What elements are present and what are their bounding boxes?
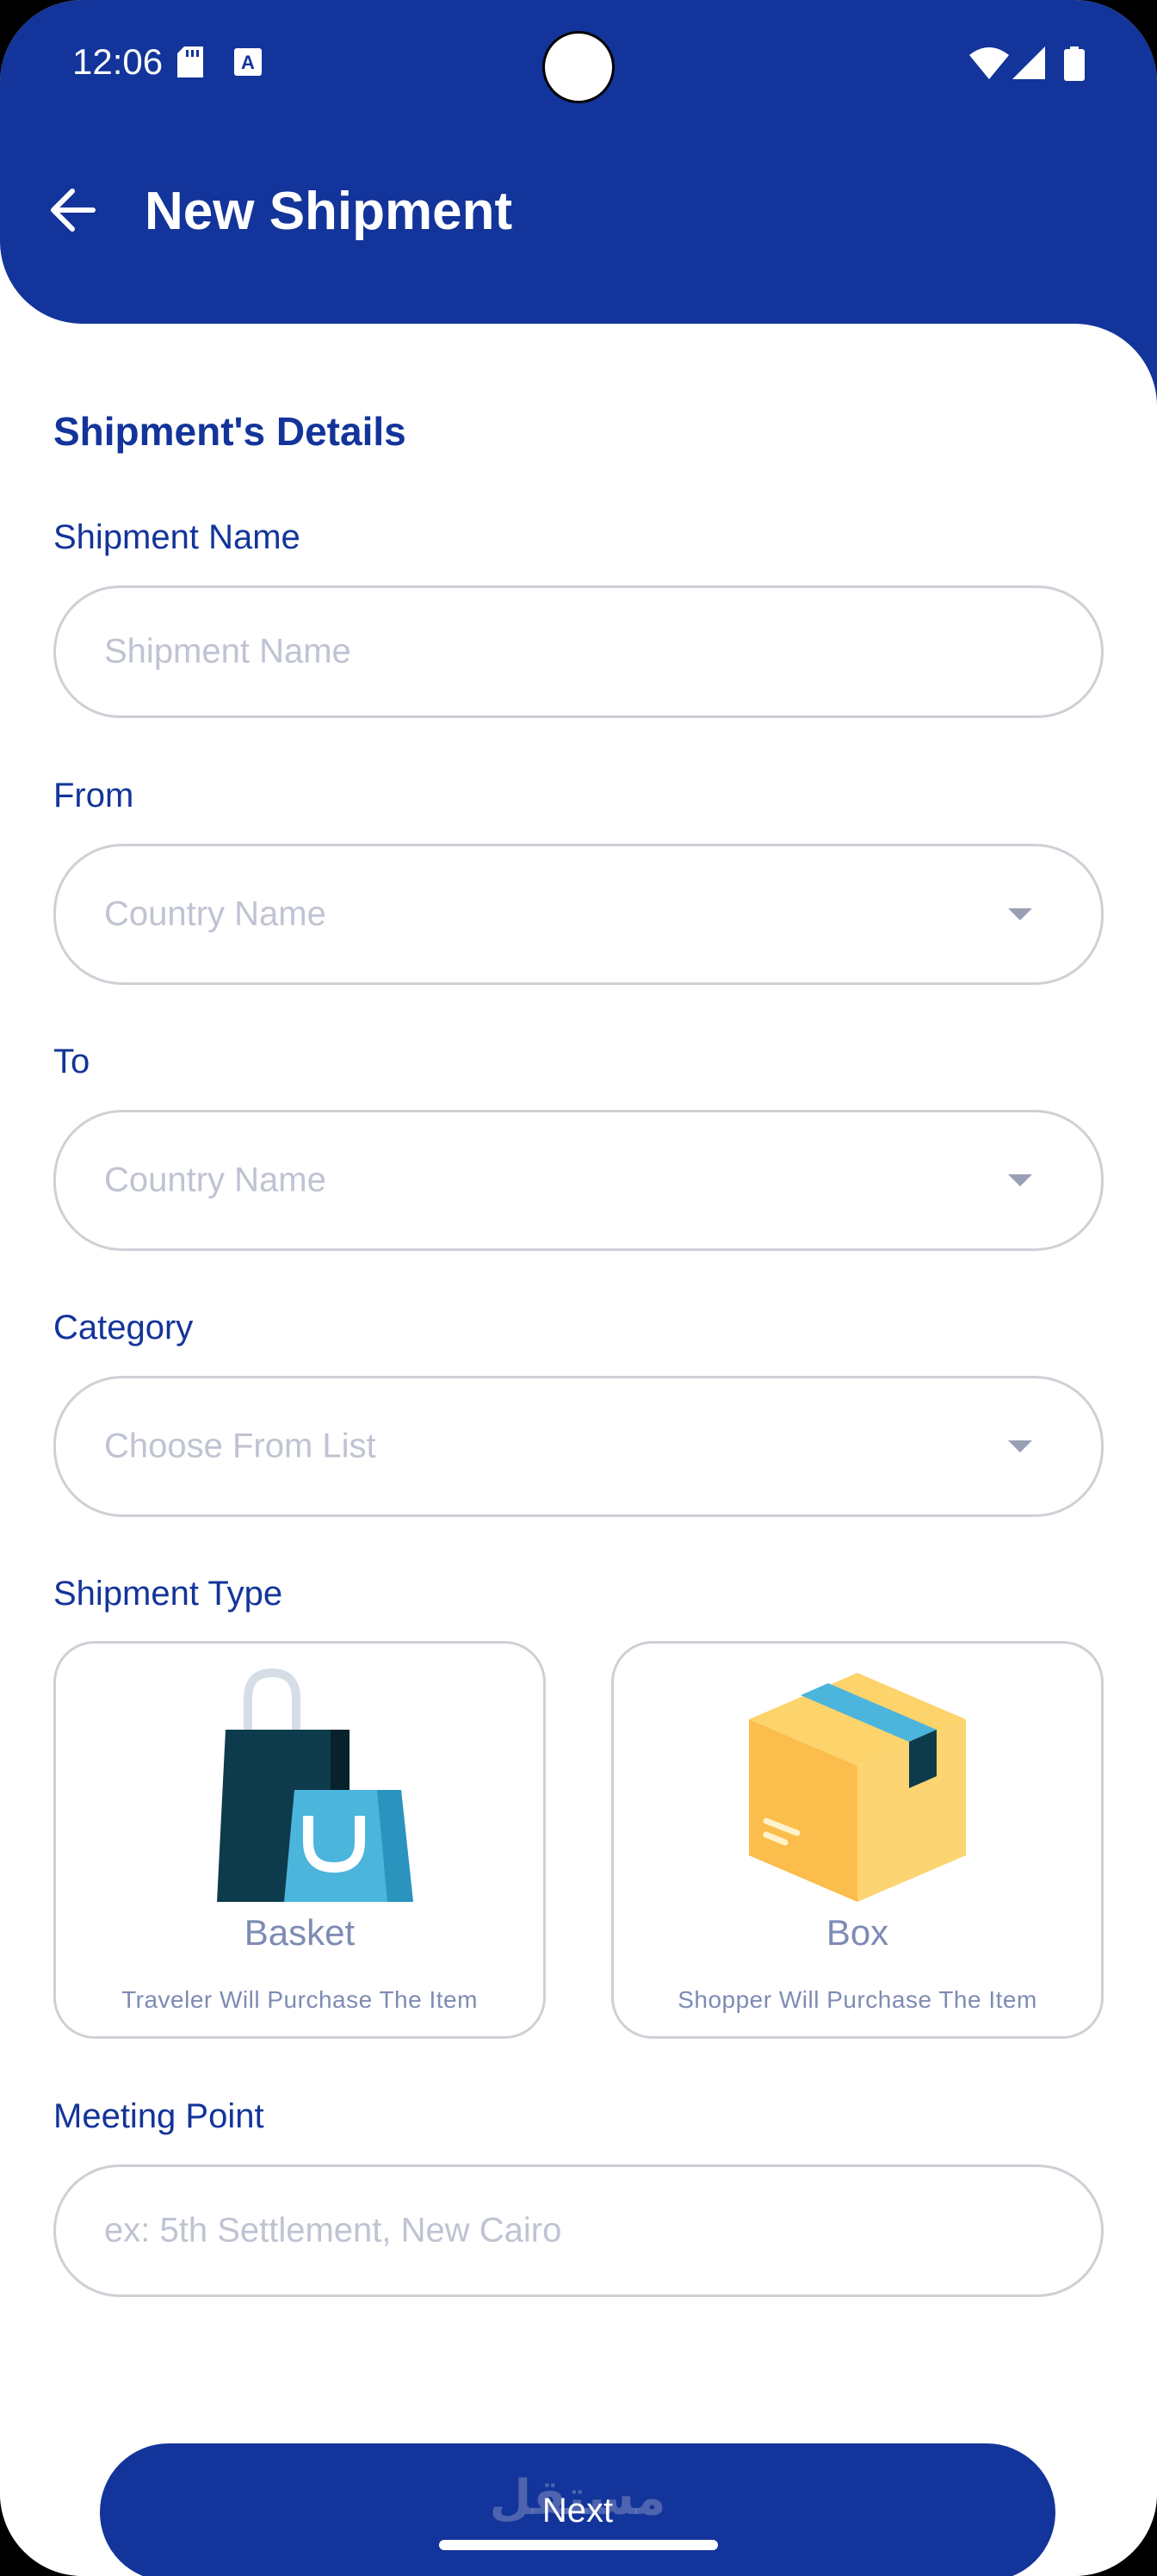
shipment-name-placeholder: Shipment Name: [104, 632, 351, 671]
from-label: From: [53, 777, 134, 814]
to-country-select[interactable]: Country Name: [53, 1110, 1104, 1251]
from-country-placeholder: Country Name: [104, 895, 326, 933]
meeting-point-placeholder: ex: 5th Settlement, New Cairo: [104, 2211, 562, 2250]
chevron-down-icon: [1008, 908, 1032, 920]
category-select[interactable]: Choose From List: [53, 1376, 1104, 1517]
wifi-icon: [969, 46, 1009, 84]
meeting-point-label: Meeting Point: [53, 2097, 264, 2135]
shipment-name-label: Shipment Name: [53, 518, 300, 556]
battery-icon: [1064, 46, 1085, 85]
basket-title: Basket: [244, 1912, 356, 1953]
shipment-type-box-card[interactable]: Box Shopper Will Purchase The Item: [611, 1641, 1104, 2039]
to-label: To: [53, 1043, 90, 1081]
shipment-type-basket-card[interactable]: Basket Traveler Will Purchase The Item: [53, 1641, 546, 2039]
category-placeholder: Choose From List: [104, 1427, 376, 1465]
home-indicator[interactable]: [439, 2540, 718, 2550]
svg-text:A: A: [241, 52, 255, 73]
status-time: 12:06: [72, 41, 164, 82]
meeting-point-input[interactable]: ex: 5th Settlement, New Cairo: [53, 2164, 1104, 2297]
app-header: 12:06 A New Shipment: [0, 0, 1157, 324]
chevron-down-icon: [1008, 1440, 1032, 1452]
next-button[interactable]: مستقل Next: [100, 2443, 1055, 2576]
section-title: Shipment's Details: [53, 409, 406, 454]
chevron-down-icon: [1008, 1174, 1032, 1186]
text-a-icon: A: [234, 46, 262, 82]
cell-signal-icon: [1012, 46, 1045, 84]
shipment-name-input[interactable]: Shipment Name: [53, 585, 1104, 718]
next-button-label: Next: [541, 2492, 614, 2530]
category-label: Category: [53, 1309, 194, 1347]
camera-cutout: [542, 31, 615, 103]
back-button[interactable]: [38, 177, 107, 246]
box-description: Shopper Will Purchase The Item: [677, 1986, 1037, 2013]
phone-screen: 12:06 A New Shipment Shipment's Details …: [0, 0, 1157, 2576]
box-title: Box: [826, 1912, 889, 1953]
arrow-left-icon: [46, 184, 98, 240]
sd-card-icon: [177, 46, 203, 82]
page-title: New Shipment: [145, 182, 513, 241]
basket-description: Traveler Will Purchase The Item: [121, 1986, 478, 2013]
shipment-type-label: Shipment Type: [53, 1575, 283, 1613]
from-country-select[interactable]: Country Name: [53, 844, 1104, 985]
to-country-placeholder: Country Name: [104, 1161, 326, 1199]
